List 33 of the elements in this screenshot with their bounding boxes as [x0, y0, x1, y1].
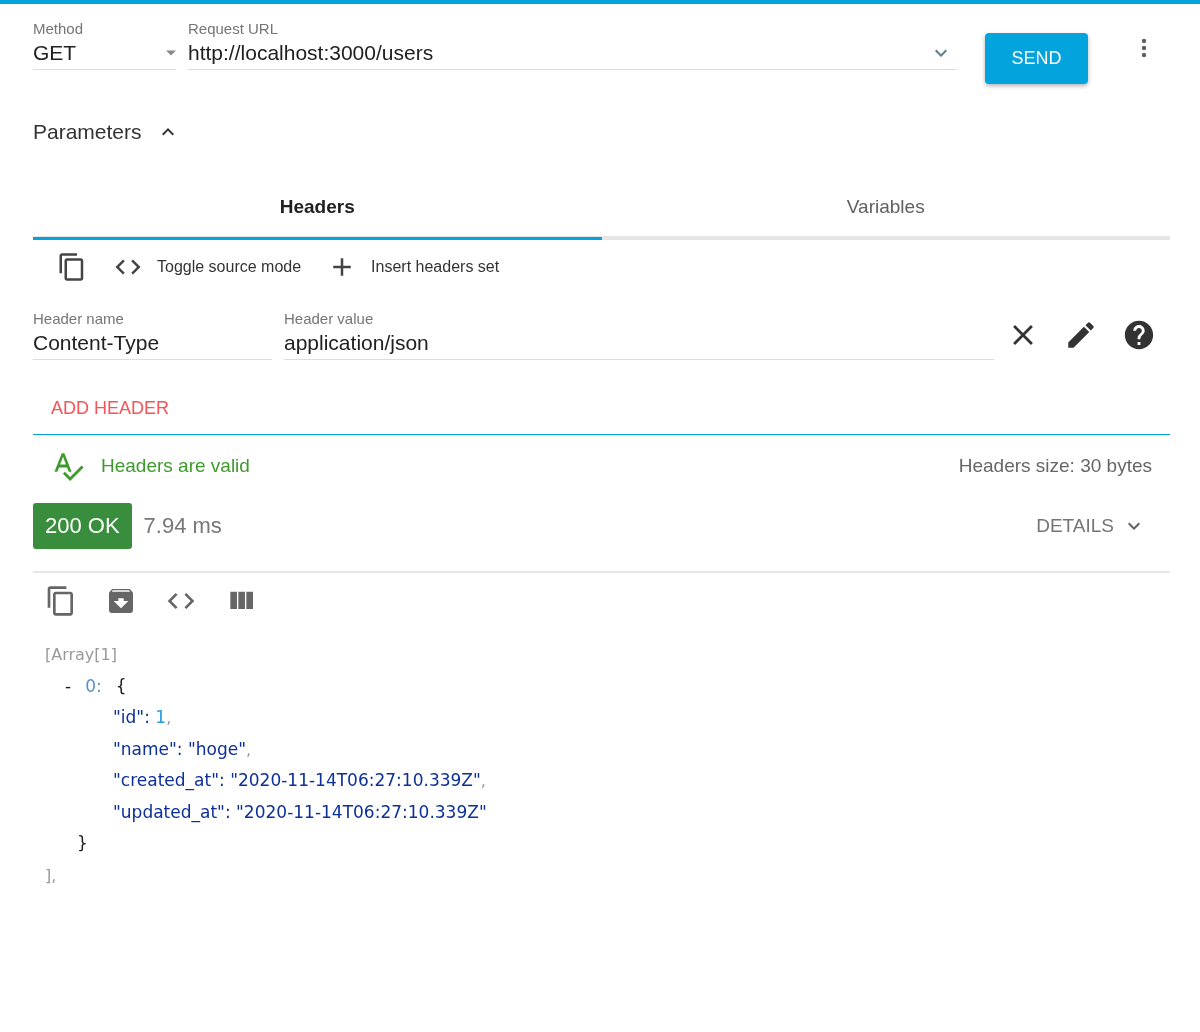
tab[interactable]: Variables [601, 182, 1170, 240]
url-field[interactable]: Request URL http://localhost:3000/users [188, 20, 957, 70]
help-icon[interactable] [1122, 318, 1156, 352]
comma: , [246, 739, 252, 759]
json-key: "id": [113, 707, 150, 727]
array-label: [Array[1] [45, 645, 117, 664]
toolbar-button[interactable]: Toggle source mode [113, 252, 302, 282]
json-value: "2020-11-14T06:27:10.339Z" [230, 770, 481, 790]
json-value: 1 [155, 707, 167, 727]
array-end: ], [45, 865, 57, 885]
open-brace: { [115, 674, 127, 698]
details-button[interactable]: DETAILS [1036, 514, 1146, 538]
array-index: 0: [85, 674, 102, 698]
status-label: 200 OK [33, 503, 132, 549]
comma: , [480, 771, 486, 790]
collapse-marker[interactable]: - [65, 670, 72, 702]
header-name-field[interactable]: Header name Content-Type [33, 310, 272, 360]
tab[interactable]: Headers [33, 182, 602, 240]
toolbar-button[interactable]: Insert headers set [327, 252, 500, 282]
json-key: "updated_at": [113, 801, 231, 822]
json-key: "name": [113, 738, 183, 759]
headers-size: Headers size: 30 bytes [958, 455, 1152, 477]
response-time: 7.94 ms [143, 513, 222, 539]
comma: , [166, 708, 172, 727]
json-value: "2020-11-14T06:27:10.339Z" [236, 801, 487, 822]
validation-message: Headers are valid [101, 455, 250, 477]
parameters-title: Parameters [33, 120, 142, 144]
header-value-field[interactable]: Header value application/json [284, 310, 994, 360]
dropdown-arrow-icon[interactable] [166, 50, 176, 56]
method-dropdown[interactable]: Method GET [33, 20, 176, 70]
json-value: "hoge" [188, 738, 247, 759]
json-key: "created_at": [113, 770, 225, 790]
close-brace: } [77, 833, 88, 853]
